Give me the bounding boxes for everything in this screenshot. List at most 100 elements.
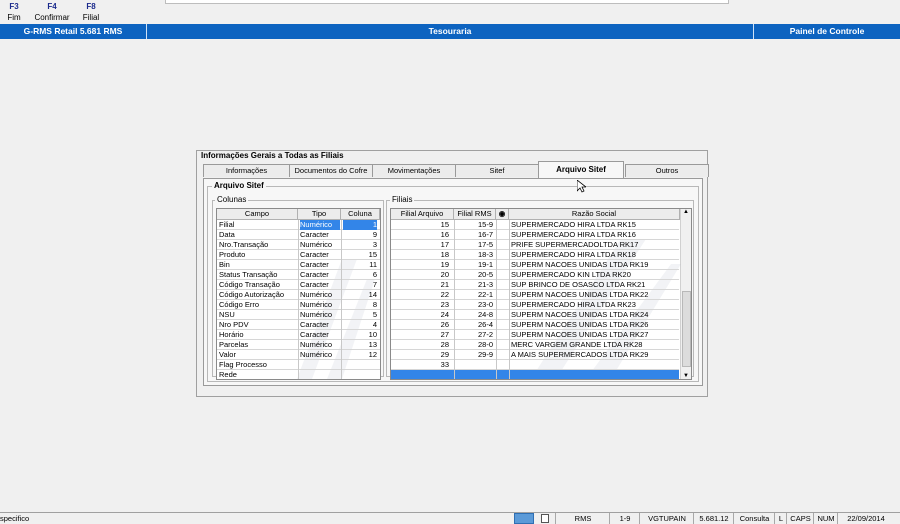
- filial-rms-cell[interactable]: 17-5: [454, 240, 493, 250]
- campo-cell[interactable]: Data: [219, 230, 297, 240]
- tipo-cell[interactable]: Numérico: [300, 340, 340, 350]
- scroll-up-icon[interactable]: ▲: [683, 209, 689, 215]
- scroll-down-icon[interactable]: ▼: [683, 373, 689, 379]
- tab-informacoes[interactable]: Informações: [203, 164, 290, 177]
- coluna-cell[interactable]: 15: [343, 250, 377, 260]
- coluna-cell[interactable]: 14: [343, 290, 377, 300]
- coluna-cell[interactable]: 8: [343, 300, 377, 310]
- campo-header[interactable]: Campo: [217, 209, 298, 220]
- filial-arquivo-header[interactable]: Filial Arquivo: [391, 209, 454, 220]
- filial-rms-cell[interactable]: 26-4: [454, 320, 493, 330]
- tab-arquivo-sitef[interactable]: Arquivo Sitef: [538, 161, 624, 178]
- filial-rms-cell[interactable]: [454, 370, 493, 379]
- campo-cell[interactable]: Valor: [219, 350, 297, 360]
- coluna-cell[interactable]: 11: [343, 260, 377, 270]
- razao-social-cell[interactable]: SUP BRINCO DE OSASCO LTDA RK21: [511, 280, 679, 290]
- coluna-cell[interactable]: [343, 360, 377, 370]
- razao-social-cell[interactable]: SUPERM NACOES UNIDAS LTDA RK22: [511, 290, 679, 300]
- filial-arquivo-cell[interactable]: 28: [391, 340, 449, 350]
- control-panel-title[interactable]: Painel de Controle: [754, 24, 900, 39]
- coluna-cell[interactable]: 6: [343, 270, 377, 280]
- coluna-cell[interactable]: 13: [343, 340, 377, 350]
- campo-cell[interactable]: Produto: [219, 250, 297, 260]
- filial-arquivo-cell[interactable]: 17: [391, 240, 449, 250]
- tipo-cell[interactable]: Caracter: [300, 230, 340, 240]
- filial-arquivo-cell[interactable]: 15: [391, 220, 449, 230]
- razao-social-cell[interactable]: SUPERM NACOES UNIDAS LTDA RK27: [511, 330, 679, 340]
- coluna-cell[interactable]: 1: [343, 220, 377, 230]
- filial-arquivo-cell[interactable]: [391, 370, 449, 379]
- filial-rms-cell[interactable]: 28-0: [454, 340, 493, 350]
- filial-rms-cell[interactable]: 20-5: [454, 270, 493, 280]
- razao-social-cell[interactable]: MERC VARGEM GRANDE LTDA RK28: [511, 340, 679, 350]
- campo-cell[interactable]: Status Transação: [219, 270, 297, 280]
- razao-social-cell[interactable]: PRIFE SUPERMERCADOLTDA RK17: [511, 240, 679, 250]
- filial-arquivo-cell[interactable]: 23: [391, 300, 449, 310]
- filial-rms-cell[interactable]: 23-0: [454, 300, 493, 310]
- filiais-grid[interactable]: Filial Arquivo Filial RMS ◉ Razão Social…: [390, 208, 692, 380]
- colunas-grid[interactable]: Campo Tipo Coluna Filial Numérico 1 Data Car…: [216, 208, 381, 380]
- razao-social-cell[interactable]: SUPERMERCADO HIRA LTDA RK18: [511, 250, 679, 260]
- razao-social-cell[interactable]: [511, 370, 679, 379]
- filiais-scrollbar[interactable]: ▲ ▼: [680, 209, 691, 379]
- filial-rms-cell[interactable]: 19-1: [454, 260, 493, 270]
- filial-rms-cell[interactable]: [454, 360, 493, 370]
- tipo-cell[interactable]: Caracter: [300, 320, 340, 330]
- tipo-header[interactable]: Tipo: [298, 209, 341, 220]
- binoculars-search-icon[interactable]: ◉: [496, 209, 509, 220]
- filial-arquivo-cell[interactable]: 33: [391, 360, 449, 370]
- razao-social-cell[interactable]: [511, 360, 679, 370]
- tipo-cell[interactable]: [300, 360, 340, 370]
- razao-social-cell[interactable]: SUPERM NACOES UNIDAS LTDA RK26: [511, 320, 679, 330]
- tipo-cell[interactable]: Numérico: [300, 310, 340, 320]
- campo-cell[interactable]: Nro PDV: [219, 320, 297, 330]
- razao-social-cell[interactable]: A MAIS SUPERMERCADOS LTDA RK29: [511, 350, 679, 360]
- coluna-cell[interactable]: 5: [343, 310, 377, 320]
- razao-social-cell[interactable]: SUPERMERCADO HIRA LTDA RK23: [511, 300, 679, 310]
- coluna-header[interactable]: Coluna: [341, 209, 380, 220]
- campo-cell[interactable]: NSU: [219, 310, 297, 320]
- tipo-cell[interactable]: Numérico: [300, 220, 340, 230]
- confirmar-button[interactable]: F4 Confirmar: [32, 1, 72, 23]
- tipo-cell[interactable]: [300, 370, 340, 379]
- campo-cell[interactable]: Parcelas: [219, 340, 297, 350]
- filial-arquivo-cell[interactable]: 26: [391, 320, 449, 330]
- filial-rms-cell[interactable]: 21-3: [454, 280, 493, 290]
- tipo-cell[interactable]: Numérico: [300, 350, 340, 360]
- filial-button[interactable]: F8 Filial: [80, 1, 102, 23]
- filial-arquivo-cell[interactable]: 24: [391, 310, 449, 320]
- campo-cell[interactable]: Horário: [219, 330, 297, 340]
- coluna-cell[interactable]: 4: [343, 320, 377, 330]
- filial-rms-cell[interactable]: 27-2: [454, 330, 493, 340]
- razao-social-cell[interactable]: SUPERM NACOES UNIDAS LTDA RK24: [511, 310, 679, 320]
- filial-rms-cell[interactable]: 15-9: [454, 220, 493, 230]
- razao-social-cell[interactable]: SUPERM NACOES UNIDAS LTDA RK19: [511, 260, 679, 270]
- filial-rms-header[interactable]: Filial RMS: [454, 209, 496, 220]
- campo-cell[interactable]: Flag Processo: [219, 360, 297, 370]
- razao-social-cell[interactable]: SUPERMERCADO HIRA LTDA RK16: [511, 230, 679, 240]
- coluna-cell[interactable]: [343, 370, 377, 379]
- filial-arquivo-cell[interactable]: 29: [391, 350, 449, 360]
- filial-arquivo-cell[interactable]: 22: [391, 290, 449, 300]
- campo-cell[interactable]: Código Autorização: [219, 290, 297, 300]
- campo-cell[interactable]: Código Erro: [219, 300, 297, 310]
- razao-social-header[interactable]: Razão Social: [509, 209, 680, 220]
- tipo-cell[interactable]: Numérico: [300, 290, 340, 300]
- campo-cell[interactable]: Rede: [219, 370, 297, 379]
- filial-arquivo-cell[interactable]: 19: [391, 260, 449, 270]
- tipo-cell[interactable]: Caracter: [300, 260, 340, 270]
- filial-arquivo-cell[interactable]: 20: [391, 270, 449, 280]
- tipo-cell[interactable]: Caracter: [300, 280, 340, 290]
- razao-social-cell[interactable]: SUPERMERCADO HIRA LTDA RK15: [511, 220, 679, 230]
- filial-rms-cell[interactable]: 29-9: [454, 350, 493, 360]
- campo-cell[interactable]: Bin: [219, 260, 297, 270]
- filial-arquivo-cell[interactable]: 27: [391, 330, 449, 340]
- filial-rms-cell[interactable]: 18-3: [454, 250, 493, 260]
- coluna-cell[interactable]: 10: [343, 330, 377, 340]
- tipo-cell[interactable]: Caracter: [300, 270, 340, 280]
- tab-sitef[interactable]: Sitef: [455, 164, 539, 177]
- filial-arquivo-cell[interactable]: 18: [391, 250, 449, 260]
- filial-rms-cell[interactable]: 16-7: [454, 230, 493, 240]
- campo-cell[interactable]: Filial: [219, 220, 297, 230]
- campo-cell[interactable]: Código Transação: [219, 280, 297, 290]
